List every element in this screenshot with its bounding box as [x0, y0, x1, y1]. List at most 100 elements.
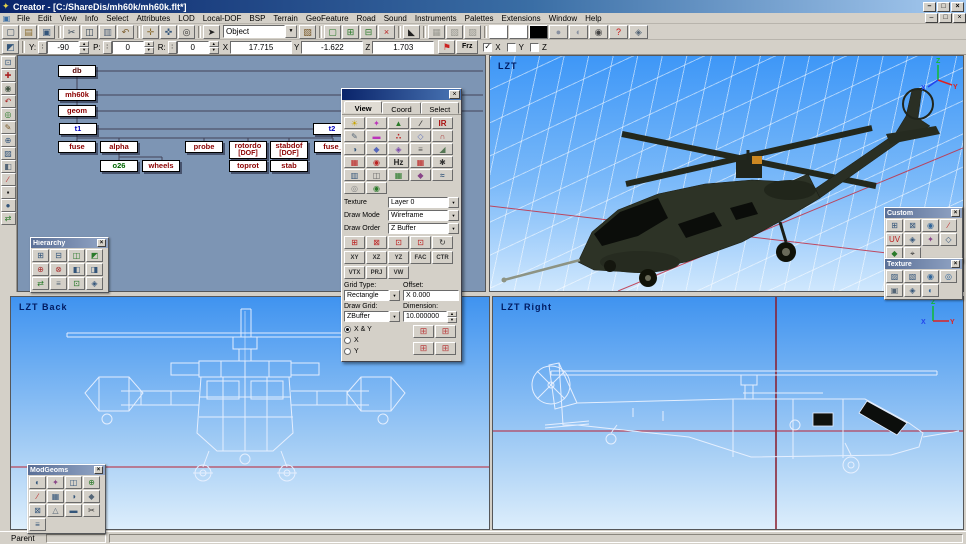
node-toprot[interactable]: toprot	[229, 160, 267, 172]
mg-box-cut-icon[interactable]: ⊠	[29, 504, 46, 517]
plane-button-4[interactable]: CTR	[432, 251, 453, 264]
pencil-tool-icon[interactable]: ✎	[1, 121, 16, 134]
point-tool-icon[interactable]: ▪	[1, 186, 16, 199]
menu-item-0[interactable]: File	[13, 14, 34, 23]
spin-down-icon[interactable]: ▼	[79, 47, 89, 54]
select-clear-icon[interactable]: ×	[378, 25, 395, 39]
chevron-down-icon[interactable]: ▼	[389, 311, 400, 322]
hertz-icon[interactable]: Hz	[388, 156, 409, 168]
select-tool-icon[interactable]: ⊡	[1, 56, 16, 69]
custom-globe-icon[interactable]: ◉	[922, 219, 939, 232]
hier-ungroup-icon[interactable]: ◩	[86, 249, 103, 262]
tex-apply-icon[interactable]: ▨	[886, 270, 903, 283]
texture-palette[interactable]: Texture × ▨▧◉◎▣◈◐	[884, 258, 963, 300]
tex-page-icon[interactable]: ▣	[886, 284, 903, 297]
tab-select[interactable]: Select	[421, 102, 459, 114]
node-o26[interactable]: o26	[100, 160, 138, 172]
hier-reorder-icon[interactable]: ≡	[50, 277, 67, 290]
mg-slice-icon[interactable]: ∕	[29, 490, 46, 503]
close-icon[interactable]: ×	[951, 260, 960, 268]
node-stabdof[interactable]: stabdof [DOF]	[270, 141, 308, 159]
mdi-document-icon[interactable]: ▣	[0, 14, 13, 23]
menu-item-13[interactable]: Instruments	[411, 14, 461, 23]
spin-down-icon[interactable]: ▼	[209, 47, 219, 54]
solid-shade-icon[interactable]: ◆	[366, 143, 387, 155]
context-help-icon[interactable]: ?	[609, 25, 628, 39]
heading-spinner[interactable]: ▲▼	[79, 41, 89, 54]
plane-button-3[interactable]: FAC	[410, 251, 431, 264]
eye-tool-icon[interactable]: ◉	[1, 82, 16, 95]
material-icon[interactable]: ✦	[366, 117, 387, 129]
dialog-title-bar[interactable]: ×	[342, 89, 461, 100]
roll-step-button[interactable]: ∶	[168, 41, 177, 54]
custom-rotate-icon[interactable]: ⊠	[904, 219, 921, 232]
swatch-white-1-icon[interactable]	[489, 25, 508, 39]
tex-preview-icon[interactable]: ◐	[922, 284, 939, 297]
plane-button-0[interactable]: XY	[344, 251, 365, 264]
mdi-close-icon[interactable]: ×	[953, 13, 966, 23]
tab-view[interactable]: View	[344, 101, 382, 113]
node-probe[interactable]: probe	[185, 141, 223, 153]
pitch-spinner[interactable]: ▲▼	[144, 41, 154, 54]
slope-icon[interactable]: ∕	[410, 117, 431, 129]
menu-item-7[interactable]: Local-DOF	[199, 14, 246, 23]
parent-mode-label[interactable]: Parent	[3, 534, 43, 543]
hier-link-icon[interactable]: ⇄	[32, 277, 49, 290]
mg-panels-icon[interactable]: ◫	[65, 476, 82, 489]
grid-preset-2-icon[interactable]: ⊞	[435, 325, 456, 338]
infrared-icon[interactable]: IR	[432, 117, 453, 129]
close-icon[interactable]: ×	[449, 90, 460, 99]
cut-icon[interactable]: ✂	[63, 25, 80, 39]
open-file-icon[interactable]: ▤	[20, 25, 37, 39]
texture-page-btn-icon[interactable]: ▧	[299, 25, 316, 39]
node-rotordo[interactable]: rotordo [DOF]	[229, 141, 267, 159]
mg-scissors-icon[interactable]: ✂	[83, 504, 100, 517]
custom-uv-edit-icon[interactable]: UV	[886, 233, 903, 246]
shading-lamp-icon[interactable]: ◣	[403, 25, 420, 39]
mg-mesh-icon[interactable]: ▦	[47, 490, 64, 503]
custom-slash-icon[interactable]: ∕	[940, 219, 957, 232]
transform-tool-icon[interactable]: ⇄	[1, 212, 16, 225]
pitch-step-button[interactable]: ∶	[103, 41, 112, 54]
mdi-restore-icon[interactable]: □	[939, 13, 952, 23]
hier-detach-icon[interactable]: ⊗	[50, 263, 67, 276]
window-icon-icon[interactable]: ◫	[366, 169, 387, 181]
terrain-icon[interactable]: ◢	[432, 143, 453, 155]
z-field[interactable]: 1.703	[372, 41, 434, 54]
target-tool-icon[interactable]: ◎	[1, 108, 16, 121]
chevron-down-icon[interactable]: ▼	[448, 223, 459, 234]
hier-group-icon[interactable]: ◫	[68, 249, 85, 262]
vertex-tool-icon[interactable]: ✚	[1, 69, 16, 82]
roll-field[interactable]: 0	[177, 41, 209, 54]
hier-attach-icon[interactable]: ⊕	[32, 263, 49, 276]
grid-snap-2-icon[interactable]: ⊡	[410, 236, 431, 249]
y-field[interactable]: -1.622	[301, 41, 363, 54]
node-stab[interactable]: stab	[270, 160, 308, 172]
modgeom-palette[interactable]: ModGeoms × ◐✦◫⊕∕▦◑◆⊠△▬✂≡	[27, 464, 106, 534]
lit-sphere-icon[interactable]: ◐	[569, 25, 588, 39]
sphere-tool-icon[interactable]: ●	[1, 199, 16, 212]
palette-title-bar[interactable]: Custom ×	[885, 208, 962, 218]
node-alpha[interactable]: alpha	[100, 141, 138, 153]
heading-field[interactable]: -90	[47, 41, 79, 54]
close-icon[interactable]: ×	[97, 239, 106, 247]
x-field[interactable]: 17.715	[230, 41, 292, 54]
radio-xy[interactable]: X & Y	[344, 325, 413, 334]
tex-paint-icon[interactable]: ◈	[904, 284, 921, 297]
undo-view-tool-icon[interactable]: ↶	[1, 95, 16, 108]
save-file-icon[interactable]: ▣	[38, 25, 55, 39]
roll-spinner[interactable]: ▲▼	[209, 41, 219, 54]
light-icon[interactable]: ☀	[344, 117, 365, 129]
node-wheels[interactable]: wheels	[142, 160, 180, 172]
select-shrink-icon[interactable]: ⊟	[360, 25, 377, 39]
grid-rotate-icon[interactable]: ↻	[432, 236, 453, 249]
menu-item-10[interactable]: GeoFeature	[302, 14, 353, 23]
pitch-field[interactable]: 0	[112, 41, 144, 54]
orbit-icon[interactable]: ◈	[388, 143, 409, 155]
restore-icon[interactable]: □	[937, 2, 950, 12]
right-view-viewport[interactable]: LZT Right Z Y X	[492, 296, 964, 530]
draw-mode-combo[interactable]: Wireframe ▼	[388, 210, 459, 221]
mg-shell-icon[interactable]: ◑	[65, 490, 82, 503]
draw-order-value[interactable]: Z Buffer	[388, 223, 448, 234]
mg-slab-icon[interactable]: ▬	[65, 504, 82, 517]
